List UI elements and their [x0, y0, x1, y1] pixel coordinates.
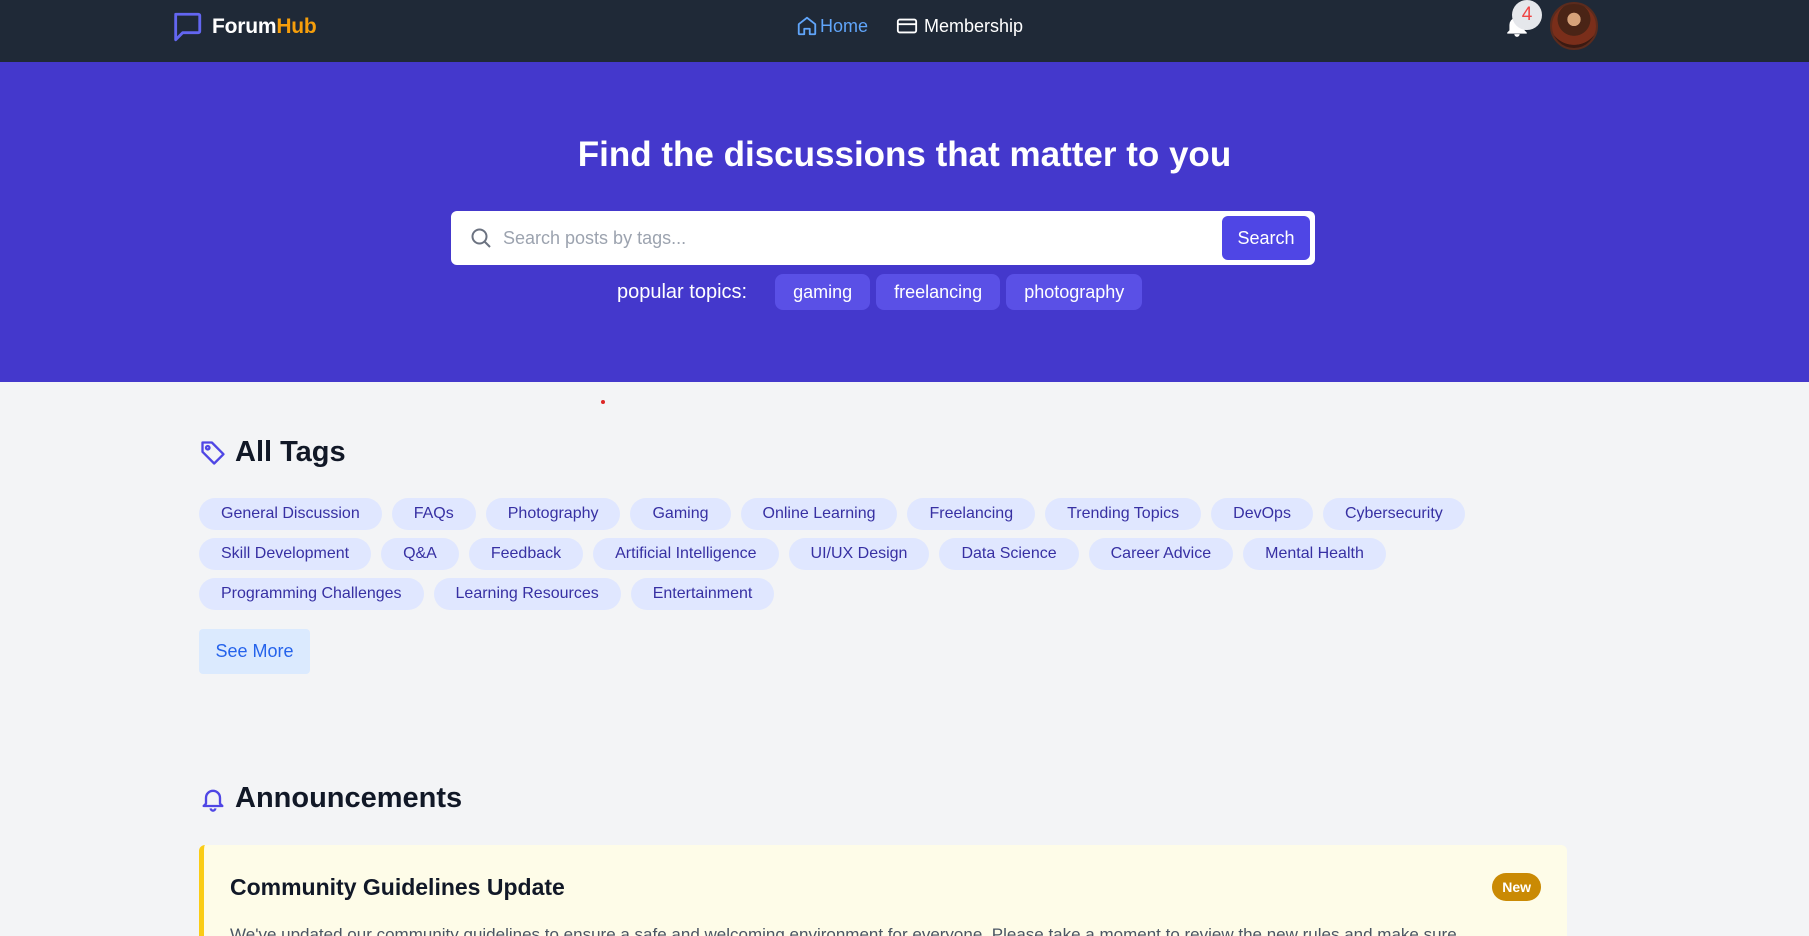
tag-chip[interactable]: General Discussion	[199, 498, 382, 530]
all-tags-header: All Tags	[199, 436, 346, 469]
tag-chip[interactable]: Mental Health	[1243, 538, 1386, 570]
nav-home-link[interactable]: Home	[796, 15, 868, 37]
announcement-card[interactable]: Community Guidelines Update New We've up…	[199, 845, 1567, 936]
logo-text: ForumHub	[212, 15, 317, 39]
tag-chip[interactable]: Career Advice	[1088, 538, 1234, 570]
tag-chip[interactable]: Skill Development	[199, 538, 372, 570]
credit-card-icon	[896, 18, 918, 34]
tag-chip[interactable]: DevOps	[1211, 498, 1313, 530]
tag-chip[interactable]: FAQs	[391, 498, 476, 530]
hero-title: Find the discussions that matter to you	[577, 135, 1232, 174]
tag-chip[interactable]: Online Learning	[740, 498, 898, 530]
tag-chip[interactable]: Q&A	[381, 538, 459, 570]
hero-banner: Find the discussions that matter to you …	[0, 62, 1809, 382]
new-badge: New	[1492, 873, 1541, 901]
notification-count-badge: 4	[1512, 0, 1542, 30]
tag-chip[interactable]: Entertainment	[630, 578, 775, 610]
logo-text-primary: Forum	[212, 15, 277, 38]
tag-chip[interactable]: Freelancing	[907, 498, 1036, 530]
popular-topics: popular topics: gaming freelancing photo…	[617, 274, 1148, 310]
tag-row: General Discussion FAQs Photography Gami…	[199, 498, 1499, 530]
tag-chip[interactable]: Photography	[485, 498, 621, 530]
navbar: ForumHub Home Membership 4	[0, 0, 1809, 62]
logo-text-accent: Hub	[276, 15, 317, 38]
tag-chip[interactable]: Feedback	[468, 538, 584, 570]
user-avatar[interactable]	[1550, 2, 1598, 50]
tag-chip[interactable]: Gaming	[630, 498, 731, 530]
tag-chip[interactable]: Cybersecurity	[1322, 498, 1465, 530]
search-box: Search	[451, 211, 1315, 265]
tag-row: Programming Challenges Learning Resource…	[199, 578, 1499, 610]
bell-outline-icon	[202, 789, 224, 812]
search-input[interactable]	[503, 217, 1203, 259]
nav-home-label: Home	[820, 15, 869, 36]
tag-chip[interactable]: UI/UX Design	[788, 538, 930, 570]
nav-membership-link[interactable]: Membership	[896, 15, 1023, 37]
home-icon	[797, 16, 817, 36]
stray-dot	[601, 400, 605, 404]
nav-links: Home Membership	[796, 12, 1023, 40]
announcement-body: We've updated our community guidelines t…	[230, 925, 1457, 936]
nav-membership-label: Membership	[924, 15, 1024, 36]
search-button[interactable]: Search	[1222, 216, 1310, 260]
popular-topic-chip[interactable]: freelancing	[876, 274, 1001, 310]
tag-chip[interactable]: Trending Topics	[1045, 498, 1202, 530]
logo[interactable]: ForumHub	[170, 11, 317, 43]
popular-topic-chip[interactable]: photography	[1006, 274, 1143, 310]
tag-list: General Discussion FAQs Photography Gami…	[199, 498, 1499, 618]
popular-topic-chip[interactable]: gaming	[775, 274, 871, 310]
search-icon	[471, 228, 491, 248]
all-tags-title: All Tags	[235, 436, 346, 468]
tag-chip[interactable]: Learning Resources	[433, 578, 621, 610]
tag-row: Skill Development Q&A Feedback Artificia…	[199, 538, 1499, 570]
announcements-header: Announcements	[199, 782, 462, 815]
see-more-button[interactable]: See More	[199, 629, 310, 674]
chat-bubble-icon	[174, 12, 202, 42]
tag-chip[interactable]: Programming Challenges	[199, 578, 424, 610]
announcement-title: Community Guidelines Update	[230, 874, 565, 900]
announcements-title: Announcements	[235, 782, 463, 814]
popular-topics-label: popular topics:	[617, 280, 748, 303]
tag-chip[interactable]: Artificial Intelligence	[593, 538, 779, 570]
tag-icon	[201, 440, 225, 465]
tag-chip[interactable]: Data Science	[939, 538, 1079, 570]
